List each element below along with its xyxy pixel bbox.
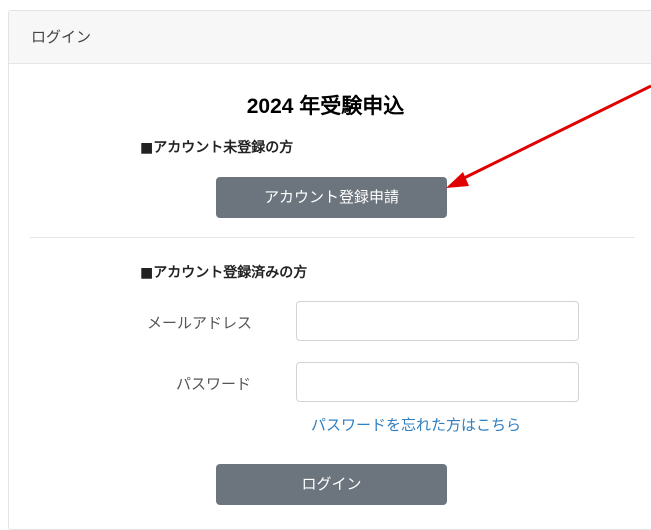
annotation-arrow-line — [459, 84, 651, 182]
annotation-arrow-head — [446, 172, 469, 188]
annotation-arrow — [446, 84, 651, 188]
